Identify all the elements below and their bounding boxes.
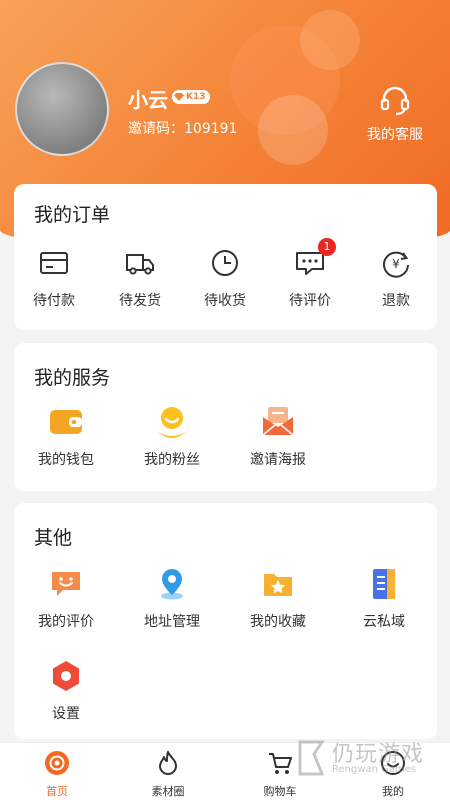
document-icon [373, 569, 395, 599]
username: 小云 [128, 88, 168, 112]
order-pending-receipt-label: 待收货 [204, 293, 246, 309]
order-pending-payment-label: 待付款 [33, 293, 75, 309]
other-cloud-private-domain[interactable]: 云私域 [344, 567, 424, 631]
cart-icon [269, 753, 292, 774]
mail-icon [262, 407, 294, 436]
orders-title: 我的订单 [34, 204, 111, 226]
fans-icon [158, 407, 186, 438]
refund-icon: ¥ [383, 251, 409, 278]
other-favorites-label: 我的收藏 [250, 614, 306, 630]
decor-bubble [300, 10, 360, 70]
svg-text:¥: ¥ [392, 257, 400, 271]
service-wallet-label: 我的钱包 [38, 452, 94, 468]
clock-icon [212, 250, 238, 276]
orders-card: 我的订单 待付款 待发货 待收货 1 待评价 ¥ 退款 [14, 184, 437, 330]
other-cloud-private-domain-label: 云私域 [363, 614, 405, 630]
other-card: 其他 我的评价 地址管理 我的收藏 云私域 设置 [14, 503, 437, 739]
tab-mine[interactable]: 我的 [348, 749, 438, 799]
tab-cart[interactable]: 购物车 [235, 749, 325, 799]
location-icon [161, 569, 183, 600]
headset-icon [380, 86, 410, 116]
service-fans[interactable]: 我的粉丝 [132, 405, 212, 469]
order-pending-payment[interactable]: 待付款 [14, 246, 94, 310]
customer-service-button[interactable]: 我的客服 [360, 82, 430, 144]
other-favorites[interactable]: 我的收藏 [238, 567, 318, 631]
order-pending-receipt[interactable]: 待收货 [185, 246, 265, 310]
services-title: 我的服务 [34, 367, 111, 389]
service-fans-label: 我的粉丝 [144, 452, 200, 468]
smile-icon [381, 751, 405, 775]
truck-icon [126, 254, 154, 275]
other-address-management-label: 地址管理 [144, 614, 200, 630]
card-icon [40, 252, 68, 274]
smile-chat-icon [52, 572, 80, 596]
level-badge: K13 [172, 90, 210, 104]
tab-home[interactable]: 首页 [12, 749, 102, 799]
order-pending-shipment-label: 待发货 [119, 293, 161, 309]
home-icon [45, 751, 69, 775]
avatar[interactable] [15, 62, 109, 156]
service-invite-poster-label: 邀请海报 [250, 452, 306, 468]
other-title: 其他 [34, 527, 73, 549]
tab-material-circle-label: 素材圈 [151, 785, 185, 798]
flame-icon [159, 751, 177, 775]
diamond-icon [174, 93, 184, 101]
decor-bubble [258, 95, 328, 165]
tab-cart-label: 购物车 [263, 785, 297, 798]
order-pending-review[interactable]: 1 待评价 [270, 238, 350, 310]
tab-material-circle[interactable]: 素材圈 [123, 749, 213, 799]
customer-service-label: 我的客服 [367, 127, 423, 143]
bottom-tab-bar: 首页 素材圈 购物车 我的 [0, 742, 450, 800]
invite-code: 邀请码：109191 [128, 121, 238, 137]
order-pending-review-label: 待评价 [289, 293, 331, 309]
other-settings[interactable]: 设置 [26, 659, 106, 723]
service-wallet[interactable]: 我的钱包 [26, 405, 106, 469]
other-address-management[interactable]: 地址管理 [132, 567, 212, 631]
order-pending-shipment[interactable]: 待发货 [100, 246, 180, 310]
level-text: K13 [186, 92, 206, 102]
other-my-reviews-label: 我的评价 [38, 614, 94, 630]
tab-home-label: 首页 [46, 785, 68, 798]
service-invite-poster[interactable]: 邀请海报 [238, 405, 318, 469]
order-refund[interactable]: ¥ 退款 [356, 246, 436, 310]
services-card: 我的服务 我的钱包 我的粉丝 邀请海报 [14, 343, 437, 491]
other-settings-label: 设置 [52, 706, 80, 722]
order-refund-label: 退款 [382, 293, 410, 309]
review-count-badge: 1 [318, 238, 336, 256]
gear-hex-icon [53, 661, 79, 691]
wallet-icon [50, 410, 82, 434]
star-folder-icon [264, 574, 292, 596]
other-my-reviews[interactable]: 我的评价 [26, 567, 106, 631]
tab-mine-label: 我的 [382, 785, 404, 798]
